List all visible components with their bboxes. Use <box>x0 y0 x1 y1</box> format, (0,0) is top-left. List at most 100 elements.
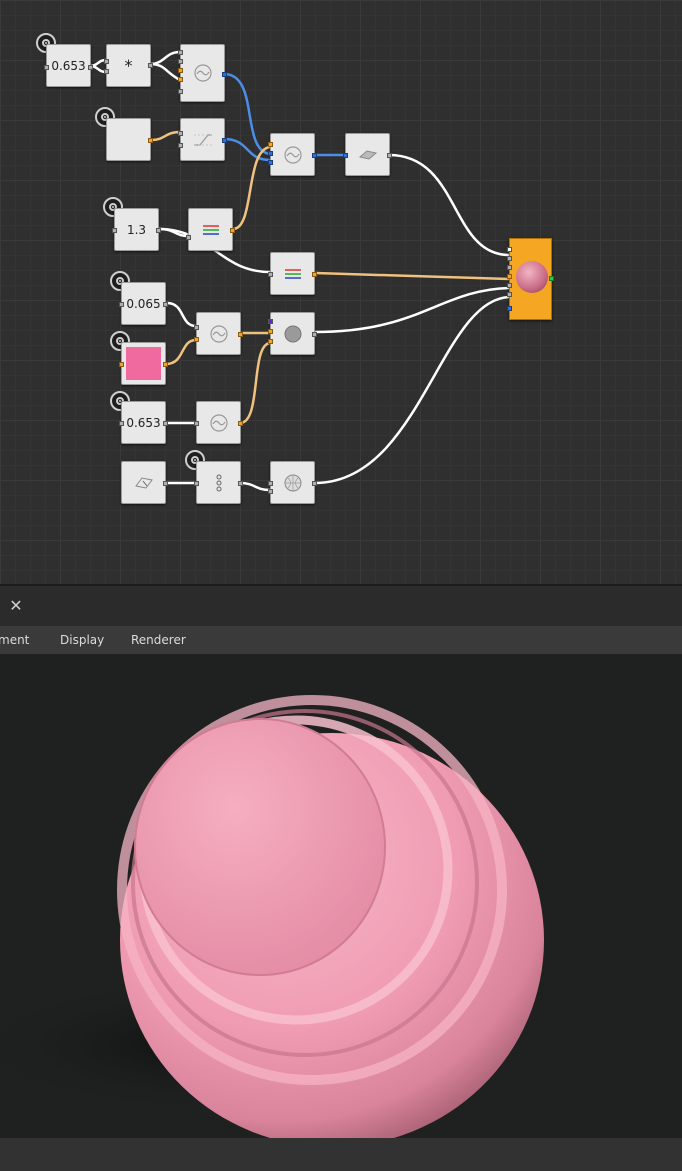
value-label: 1.3 <box>126 222 147 237</box>
input-port[interactable] <box>507 256 512 261</box>
output-port[interactable] <box>312 153 317 158</box>
output-port[interactable] <box>148 63 153 68</box>
material-preview-icon <box>516 261 548 293</box>
vector-node[interactable] <box>194 461 243 504</box>
input-port[interactable] <box>178 143 183 148</box>
menu-item-environment[interactable]: ment <box>0 633 29 647</box>
sphere-cap <box>134 718 386 976</box>
output-port[interactable] <box>312 272 317 277</box>
input-port[interactable] <box>119 302 124 307</box>
plane-pick-node[interactable] <box>121 461 168 504</box>
input-port[interactable] <box>268 329 273 334</box>
wire <box>150 130 182 142</box>
input-port[interactable] <box>343 153 348 158</box>
output-port[interactable] <box>163 421 168 426</box>
wire <box>148 50 182 66</box>
render-viewport[interactable] <box>0 655 682 1138</box>
globe-node[interactable] <box>268 461 317 504</box>
levels-node-2[interactable] <box>268 252 317 295</box>
levels-node-1[interactable] <box>186 208 235 251</box>
output-port[interactable] <box>230 228 235 233</box>
input-port[interactable] <box>178 50 183 55</box>
render-preview <box>0 695 544 1138</box>
input-port[interactable] <box>507 274 512 279</box>
input-port[interactable] <box>194 481 199 486</box>
output-port[interactable] <box>163 302 168 307</box>
noise-node-2[interactable] <box>268 133 317 176</box>
wire <box>238 481 272 492</box>
node-graph[interactable]: 0.653 * 1.3 0.065 0.653 <box>0 0 682 584</box>
input-port[interactable] <box>178 89 183 94</box>
plane-icon <box>358 149 377 160</box>
output-port[interactable] <box>312 481 317 486</box>
wire <box>222 72 272 156</box>
noise-node-4[interactable] <box>194 401 243 444</box>
output-port[interactable] <box>238 332 243 337</box>
noise-icon <box>283 145 302 164</box>
input-port[interactable] <box>507 283 512 288</box>
menu-item-display[interactable]: Display <box>60 633 104 647</box>
input-port[interactable] <box>268 319 273 324</box>
input-port[interactable] <box>194 337 199 342</box>
wire <box>238 341 272 425</box>
wire <box>313 271 511 281</box>
input-port[interactable] <box>268 272 273 277</box>
input-port[interactable] <box>268 489 273 494</box>
input-port[interactable] <box>178 77 183 82</box>
input-port[interactable] <box>194 325 199 330</box>
close-button[interactable]: ✕ <box>6 596 26 616</box>
value-node-bottom[interactable]: 0.653 <box>119 401 168 444</box>
input-port[interactable] <box>104 59 109 64</box>
output-port[interactable] <box>238 421 243 426</box>
color-node[interactable] <box>119 342 168 385</box>
input-port[interactable] <box>178 131 183 136</box>
menu-item-renderer[interactable]: Renderer <box>131 633 186 647</box>
ramp-icon <box>193 133 212 146</box>
value-node-2[interactable] <box>106 118 153 161</box>
levels-icon <box>202 224 219 235</box>
input-port[interactable] <box>268 339 273 344</box>
graph-wires <box>88 50 511 492</box>
input-port[interactable] <box>178 68 183 73</box>
sphere-node[interactable] <box>268 312 317 355</box>
input-port[interactable] <box>268 481 273 486</box>
value-node-mid[interactable]: 1.3 <box>112 208 161 251</box>
input-port[interactable] <box>178 59 183 64</box>
input-port[interactable] <box>194 421 199 426</box>
input-port[interactable] <box>44 65 49 70</box>
noise-node-1[interactable] <box>178 44 227 102</box>
input-port[interactable] <box>507 292 512 297</box>
wire <box>387 153 511 257</box>
output-port[interactable] <box>238 481 243 486</box>
input-port[interactable] <box>268 142 273 147</box>
input-port[interactable] <box>119 421 124 426</box>
output-port[interactable] <box>312 332 317 337</box>
input-port[interactable] <box>104 69 109 74</box>
output-port[interactable] <box>222 138 227 143</box>
input-port[interactable] <box>507 265 512 270</box>
input-port[interactable] <box>507 306 512 311</box>
output-port[interactable] <box>387 153 392 158</box>
output-port[interactable] <box>163 362 168 367</box>
input-port[interactable] <box>507 247 512 252</box>
plane-node[interactable] <box>343 133 392 176</box>
status-bar <box>0 1138 682 1171</box>
multiply-node[interactable]: * <box>104 44 153 87</box>
input-port[interactable] <box>268 151 273 156</box>
value-node-small[interactable]: 0.065 <box>119 282 168 325</box>
noise-node-3[interactable] <box>194 312 243 355</box>
color-swatch[interactable] <box>126 347 161 380</box>
output-port[interactable] <box>148 138 153 143</box>
output-port[interactable] <box>163 481 168 486</box>
ramp-node[interactable] <box>178 118 227 161</box>
value-node-top[interactable]: 0.653 <box>44 44 93 87</box>
output-port[interactable] <box>222 72 227 77</box>
input-port[interactable] <box>268 160 273 165</box>
input-port[interactable] <box>186 235 191 240</box>
input-port[interactable] <box>119 362 124 367</box>
output-port[interactable] <box>549 276 554 281</box>
output-port[interactable] <box>156 228 161 233</box>
output-port[interactable] <box>88 65 93 70</box>
material-output-node[interactable] <box>507 238 554 320</box>
input-port[interactable] <box>112 228 117 233</box>
